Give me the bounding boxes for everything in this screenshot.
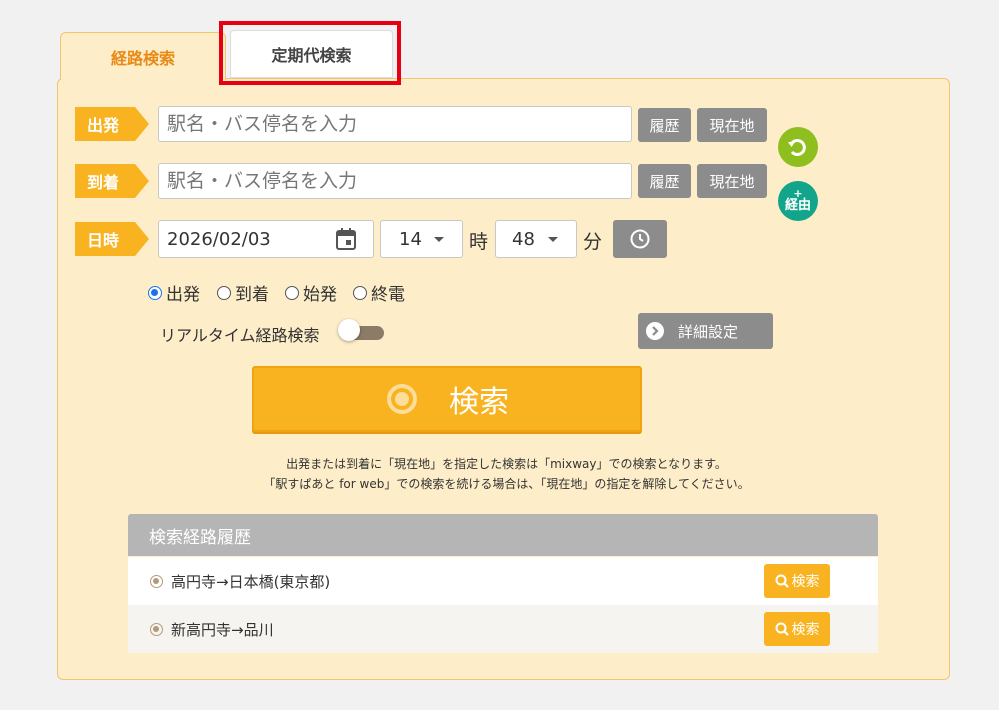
hour-value: 14 [399,228,422,250]
tab-highlight-box [219,21,401,85]
radio-first-train-label: 始発 [303,285,337,305]
search-logo-icon [387,384,417,414]
radio-last-train-label: 終電 [371,285,405,305]
radio-circle-icon [285,285,299,300]
hour-unit: 時 [469,231,489,253]
departure-input[interactable] [158,106,632,142]
realtime-toggle[interactable] [338,319,384,342]
search-icon [775,574,789,588]
swap-button[interactable] [778,127,818,167]
tab-route-search[interactable]: 経路検索 [60,32,226,80]
history-header: 検索経路履歴 [128,514,878,556]
search-icon [775,622,789,636]
radio-circle-icon [217,285,231,300]
swap-icon [788,139,806,156]
history-dot-icon [150,574,163,588]
history-route[interactable]: 新高円寺→品川 [171,619,274,640]
history-route[interactable]: 高円寺→日本橋(東京都) [171,571,330,592]
radio-arrival-label: 到着 [235,285,269,305]
minute-select[interactable]: 48 [495,220,577,258]
current-time-button[interactable] [613,220,667,258]
arrival-history-button[interactable]: 履歴 [638,164,691,198]
chevron-right-icon [646,322,664,340]
chevron-down-icon [434,237,444,242]
datetime-label: 日時 [75,222,149,256]
plus-icon: + [793,186,803,200]
arrival-input[interactable] [158,163,632,199]
calendar-icon[interactable] [336,228,356,250]
minute-value: 48 [512,228,535,250]
via-label: 経由 [784,197,811,213]
radio-arrival[interactable]: 到着 [217,280,269,305]
radio-departure[interactable]: 出発 [148,280,200,305]
note-line-2: 「駅すぱあと for web」での検索を続ける場合は、「現在地」の指定を解除して… [263,477,750,491]
radio-circle-icon [353,285,367,300]
chevron-down-icon [548,237,558,242]
departure-history-button[interactable]: 履歴 [638,108,691,142]
departure-label: 出発 [75,107,149,141]
toggle-knob [338,319,360,341]
detail-settings-button[interactable]: 詳細設定 [638,313,773,349]
hour-select[interactable]: 14 [380,220,463,258]
arrival-current-location-button[interactable]: 現在地 [697,164,767,198]
note-line-1: 出発または到着に「現在地」を指定した検索は「mixway」での検索となります。 [286,457,727,471]
tab-route-search-label: 経路検索 [110,48,175,68]
radio-circle-icon [148,285,162,300]
history-row: 新高円寺→品川 検索 [128,605,878,653]
history-search-label: 検索 [791,622,820,638]
search-button[interactable]: 検索 [252,366,642,432]
history-search-button[interactable]: 検索 [764,564,830,598]
realtime-label: リアルタイム経路検索 [160,326,320,345]
history-search-button[interactable]: 検索 [764,612,830,646]
radio-departure-label: 出発 [166,285,200,305]
history-search-label: 検索 [791,574,820,590]
date-field[interactable]: 2026/02/03 [158,220,374,258]
date-value: 2026/02/03 [167,228,271,250]
radio-last-train[interactable]: 終電 [353,280,405,305]
via-button[interactable]: + 経由 [778,181,818,221]
history-dot-icon [150,622,163,636]
departure-current-location-button[interactable]: 現在地 [697,108,767,142]
radio-first-train[interactable]: 始発 [285,280,337,305]
search-button-label: 検索 [449,385,509,420]
history-title: 検索経路履歴 [149,527,251,548]
detail-settings-label: 詳細設定 [678,322,739,341]
clock-icon [630,229,650,249]
minute-unit: 分 [583,231,603,253]
history-row: 高円寺→日本橋(東京都) 検索 [128,557,878,605]
arrival-label: 到着 [75,164,149,198]
